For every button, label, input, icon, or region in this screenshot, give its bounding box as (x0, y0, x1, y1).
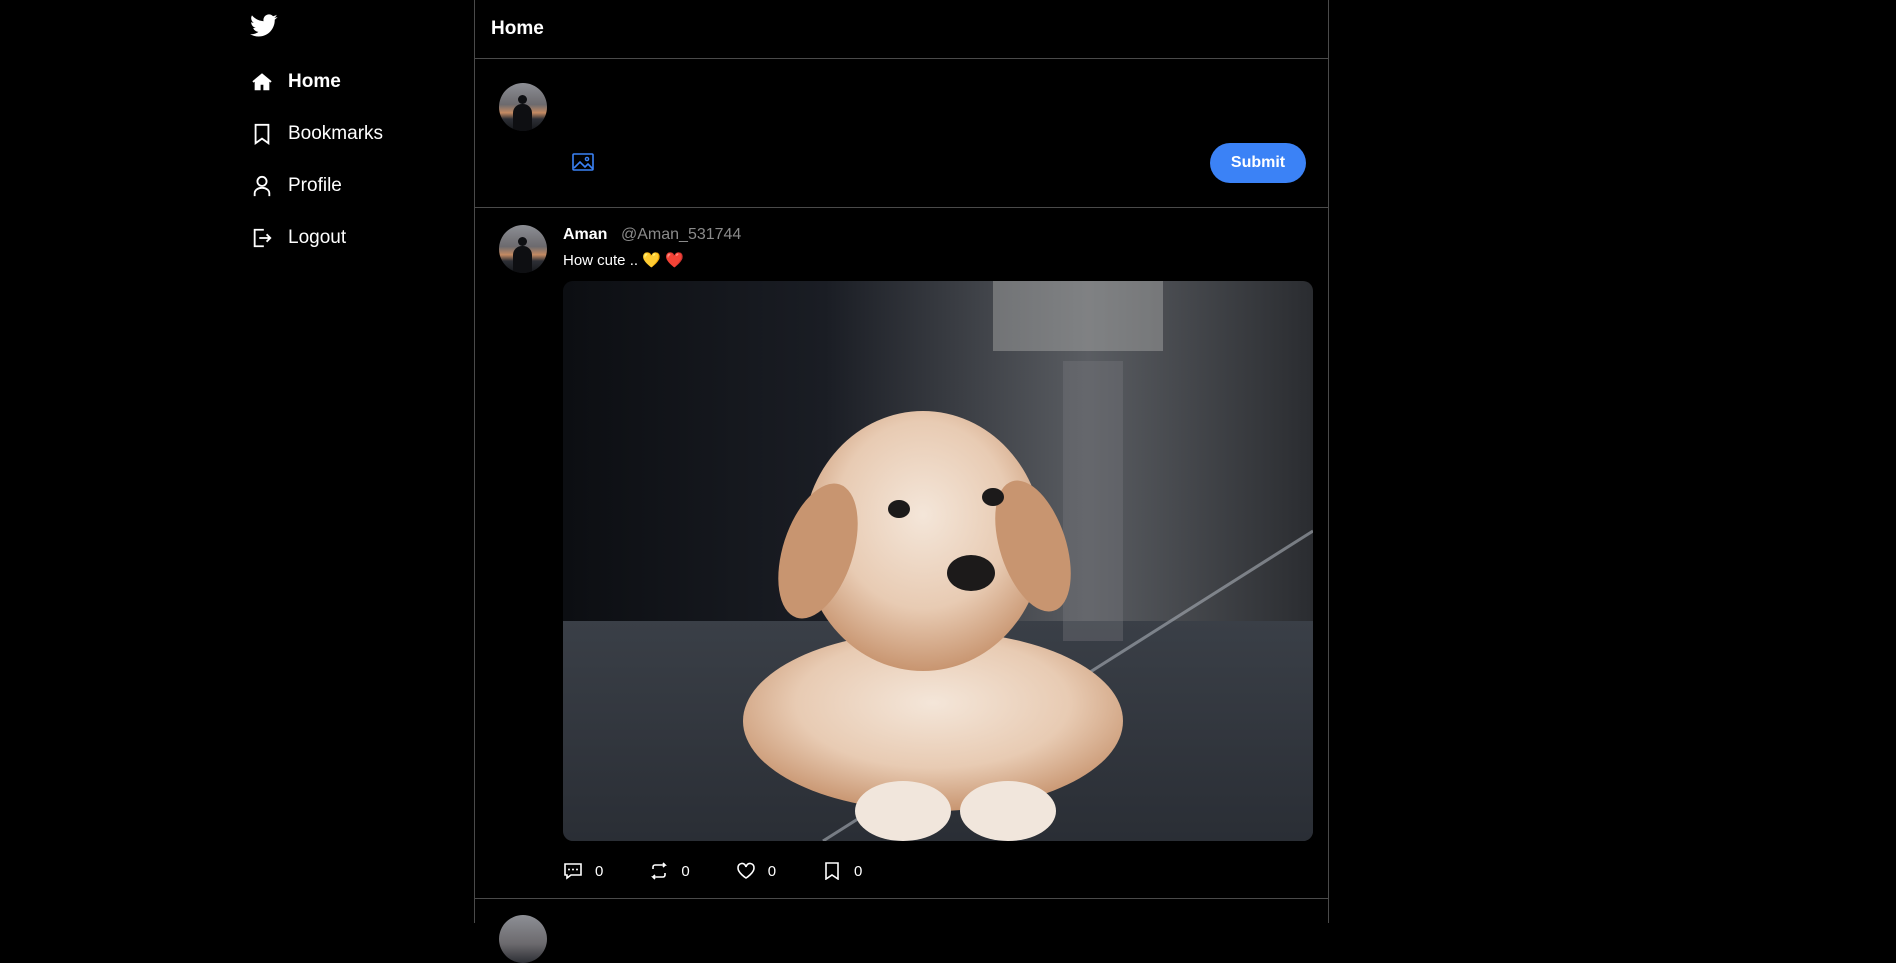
tweet-author-handle[interactable]: @Aman_531744 (621, 226, 741, 244)
nav-item-profile[interactable]: Profile (250, 166, 342, 206)
nav-item-label: Home (288, 71, 341, 92)
page-title: Home (475, 0, 1328, 59)
like-button[interactable]: 0 (736, 859, 776, 883)
retweet-count: 0 (681, 862, 690, 880)
tweet-input[interactable] (563, 83, 1307, 133)
image-upload-icon[interactable] (571, 151, 595, 175)
logout-icon (250, 226, 274, 250)
tweet-author-name[interactable]: Aman (563, 226, 607, 244)
like-count: 0 (767, 862, 777, 880)
nav-item-label: Logout (288, 227, 347, 248)
bookmark-count: 0 (854, 862, 863, 880)
avatar[interactable] (499, 915, 547, 963)
nav-item-bookmarks[interactable]: Bookmarks (250, 114, 383, 154)
tweet-text: How cute .. 💛 ❤️ (563, 251, 684, 269)
avatar[interactable] (499, 225, 547, 273)
comment-icon (563, 861, 583, 881)
tweet-item[interactable]: Aman @Aman_531744 How cute .. 💛 ❤️ 0 0 0… (475, 208, 1328, 899)
tweet-text-content: How cute .. (563, 252, 639, 269)
home-icon (250, 70, 274, 94)
bookmark-button[interactable]: 0 (822, 859, 862, 883)
submit-button[interactable]: Submit (1210, 143, 1306, 183)
nav-item-home[interactable]: Home (250, 62, 341, 102)
tweet-image[interactable] (563, 281, 1313, 841)
yellow-heart-icon: 💛 (642, 252, 661, 269)
nav-item-label: Bookmarks (288, 123, 384, 144)
twitter-logo-icon[interactable] (250, 14, 280, 44)
nav-item-logout[interactable]: Logout (250, 218, 346, 258)
bookmark-icon (822, 861, 842, 881)
comment-count: 0 (595, 862, 604, 880)
red-heart-icon: ❤️ (665, 252, 684, 269)
user-icon (250, 174, 274, 198)
tweet-composer: Submit (475, 59, 1328, 208)
bookmark-icon (250, 122, 274, 146)
retweet-icon (649, 861, 669, 881)
comment-button[interactable]: 0 (563, 859, 603, 883)
retweet-button[interactable]: 0 (649, 859, 690, 883)
avatar[interactable] (499, 83, 547, 131)
main-feed: Home Submit Aman @Aman_531744 How cute .… (474, 0, 1329, 963)
heart-icon (736, 861, 756, 881)
tweet-actions: 0 0 0 0 (563, 859, 908, 883)
nav-item-label: Profile (288, 175, 342, 196)
